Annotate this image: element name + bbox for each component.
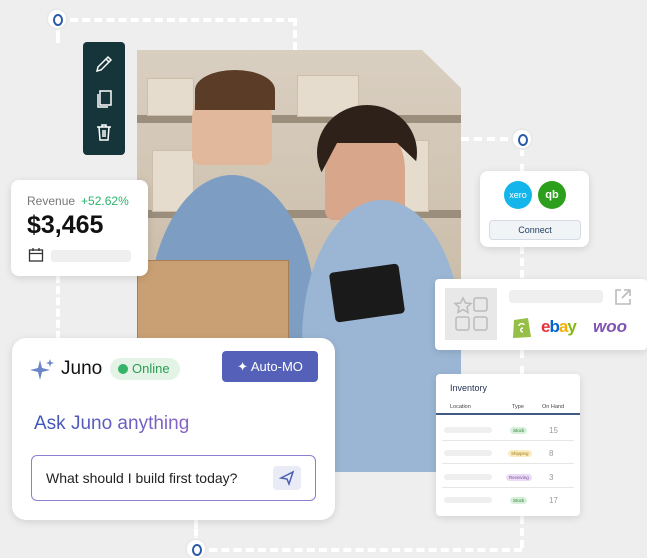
type-badge: Stock [510, 427, 528, 434]
accounting-integrations-card: xero qb Connect [480, 171, 589, 247]
type-badge: Receiving [506, 474, 532, 481]
woo-logo: woo [593, 317, 627, 336]
trash-icon[interactable] [94, 122, 114, 142]
revenue-change: +52.62% [81, 194, 129, 208]
type-badge: Stock [510, 497, 528, 504]
pencil-icon[interactable] [94, 54, 114, 74]
col-on-hand: On Hand [542, 404, 565, 410]
send-icon [278, 470, 295, 487]
marketplace-card: ebay woo [435, 279, 647, 350]
qty-value: 3 [549, 473, 554, 482]
col-location: Location [450, 404, 471, 410]
qty-value: 17 [549, 496, 558, 505]
shopify-icon [513, 318, 531, 338]
assistant-name: Juno [61, 358, 103, 379]
juno-assistant-card: Juno Online ✦ Auto-MO Ask Juno anything … [12, 338, 335, 520]
ebay-logo: ebay [541, 317, 577, 336]
marketplace-name-placeholder [509, 290, 603, 303]
auto-mo-button[interactable]: ✦ Auto-MO [222, 351, 318, 382]
xero-logo: xero [504, 181, 532, 209]
prompt-input[interactable]: What should I build first today? [31, 455, 316, 501]
revenue-card: Revenue +52.62% $3,465 [11, 180, 148, 276]
connector-node-bottom [187, 540, 205, 558]
sparkle-icon: ✦ [237, 359, 248, 374]
quickbooks-logo: qb [538, 181, 566, 209]
qty-value: 15 [549, 426, 558, 435]
table-row [444, 427, 492, 433]
calendar-icon [28, 248, 44, 262]
copy-icon[interactable] [94, 88, 114, 108]
apps-icon [445, 288, 497, 340]
external-link-icon[interactable] [613, 287, 633, 307]
auto-mo-label: Auto-MO [250, 359, 303, 374]
assistant-heading: Ask Juno anything [34, 413, 190, 434]
send-button[interactable] [273, 466, 301, 490]
inventory-title: Inventory [450, 383, 488, 393]
revenue-label: Revenue [27, 194, 76, 208]
revenue-value: $3,465 [27, 211, 104, 239]
edit-toolbar [83, 42, 125, 155]
prompt-text: What should I build first today? [46, 470, 238, 486]
type-badge: Shipping [508, 450, 532, 457]
sparkle-icon [30, 359, 54, 380]
inventory-card: Inventory Location Type On Hand Stock 15… [436, 374, 580, 516]
table-row [444, 497, 492, 503]
status-badge: Online [110, 358, 180, 380]
table-row [444, 474, 492, 480]
qty-value: 8 [549, 449, 554, 458]
connector-node-top [48, 10, 66, 28]
table-row [444, 450, 492, 456]
connector-node-right [513, 130, 531, 148]
connect-button[interactable]: Connect [489, 220, 581, 240]
date-range-placeholder [51, 250, 131, 262]
col-type: Type [512, 404, 524, 410]
